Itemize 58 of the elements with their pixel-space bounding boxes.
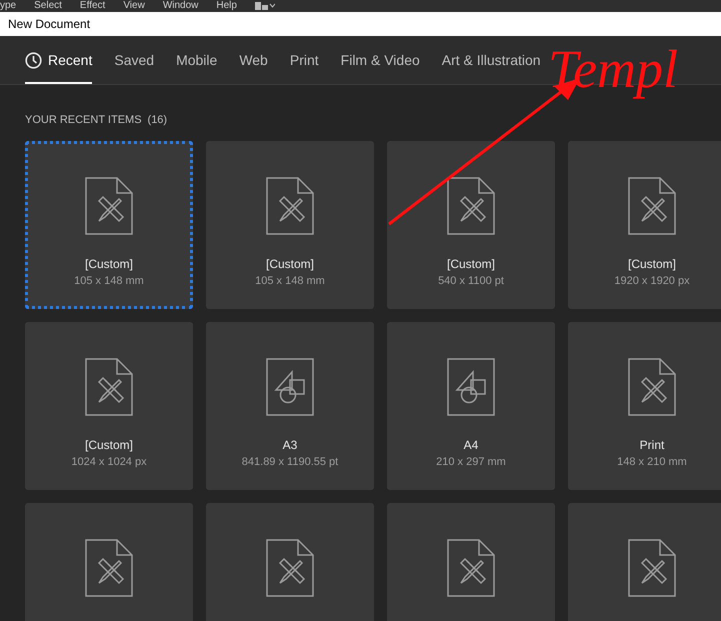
- preset-size: 1024 x 1024 px: [71, 456, 147, 469]
- preset-name: [Custom]: [84, 438, 133, 452]
- document-ruler-pencil-icon: [266, 539, 314, 597]
- document-ruler-pencil-icon: [447, 177, 495, 235]
- preset-name: [Custom]: [446, 257, 495, 271]
- document-ruler-pencil-icon: [628, 358, 676, 416]
- document-preset-card[interactable]: [Custom] 105 x 148 mm: [25, 141, 193, 309]
- preset-size: 105 x 148 mm: [255, 275, 325, 288]
- menu-item[interactable]: ype: [0, 0, 16, 12]
- window-title: New Document: [8, 16, 90, 33]
- menu-item[interactable]: Effect: [80, 0, 106, 12]
- category-tab[interactable]: Film & Video: [340, 36, 420, 84]
- preset-size: 540 x 1100 pt: [438, 275, 504, 288]
- category-tab[interactable]: Web: [239, 36, 268, 84]
- workspace-icon[interactable]: [254, 2, 275, 10]
- document-ruler-pencil-icon: [85, 358, 133, 416]
- preset-name: [Custom]: [628, 257, 676, 271]
- document-shapes-icon: [266, 358, 314, 416]
- document-shapes-icon: [447, 358, 495, 416]
- section-heading: YOUR RECENT ITEMS: [25, 113, 142, 127]
- category-tab[interactable]: Mobile: [176, 36, 218, 84]
- menu-item[interactable]: Help: [216, 0, 237, 12]
- category-tab[interactable]: Saved: [114, 36, 154, 84]
- document-preset-card[interactable]: [Custom] 1920 x 1920 px: [568, 141, 721, 309]
- menu-item[interactable]: Window: [162, 0, 198, 12]
- document-preset-card[interactable]: [Custom] 105 x 148 mm: [206, 141, 374, 309]
- document-preset-card[interactable]: A3 841.89 x 1190.55 pt: [206, 322, 374, 490]
- annotation-text: Templ: [548, 40, 678, 98]
- clock-icon: [25, 52, 42, 68]
- preset-size: 105 x 148 mm: [74, 275, 144, 288]
- document-ruler-pencil-icon: [447, 539, 495, 597]
- category-tab[interactable]: Print: [290, 36, 319, 84]
- document-ruler-pencil-icon: [85, 177, 133, 235]
- document-preset-card[interactable]: Print 148 x 210 mm: [568, 322, 721, 490]
- category-tab[interactable]: Art & Illustration: [442, 36, 541, 84]
- category-tab[interactable]: Recent: [25, 36, 92, 84]
- document-ruler-pencil-icon: [266, 177, 314, 235]
- document-preset-card[interactable]: [25, 503, 193, 621]
- menu-item[interactable]: Select: [34, 0, 62, 12]
- preset-name: [Custom]: [84, 257, 133, 271]
- item-count: (16): [148, 113, 168, 127]
- preset-name: A3: [282, 438, 298, 452]
- preset-name: [Custom]: [266, 257, 314, 271]
- document-preset-card[interactable]: [Custom] 1024 x 1024 px: [25, 322, 193, 490]
- document-preset-card[interactable]: [Custom] 540 x 1100 pt: [387, 141, 555, 309]
- document-ruler-pencil-icon: [628, 539, 676, 597]
- document-ruler-pencil-icon: [628, 177, 676, 235]
- preset-size: 841.89 x 1190.55 pt: [242, 456, 338, 469]
- menu-item[interactable]: View: [123, 0, 145, 12]
- preset-name: A4: [464, 438, 478, 452]
- preset-size: 1920 x 1920 px: [614, 275, 690, 288]
- document-preset-card[interactable]: A4 210 x 297 mm: [387, 322, 555, 490]
- document-preset-card[interactable]: [206, 503, 374, 621]
- document-preset-card[interactable]: [387, 503, 555, 621]
- preset-size: 210 x 297 mm: [436, 456, 506, 469]
- preset-name: Print: [640, 438, 664, 452]
- preset-size: 148 x 210 mm: [617, 456, 687, 469]
- document-ruler-pencil-icon: [85, 539, 133, 597]
